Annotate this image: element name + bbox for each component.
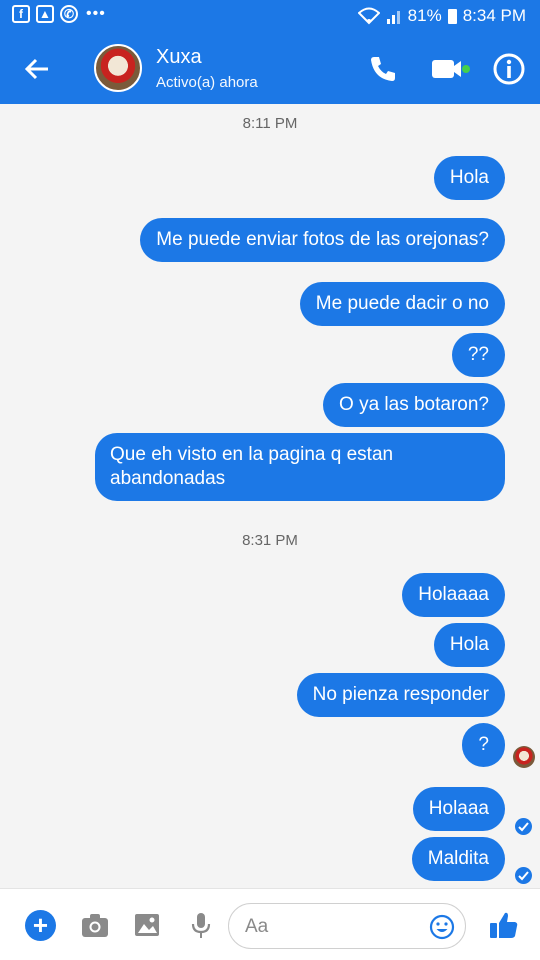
message-input[interactable]: Aa	[228, 903, 466, 949]
message-composer: + Aa	[0, 888, 540, 960]
delivered-check-icon	[515, 818, 532, 835]
whatsapp-icon: ✆	[60, 5, 78, 23]
wifi-icon	[357, 7, 380, 25]
clock: 8:34 PM	[462, 6, 526, 25]
message-bubble[interactable]: Que eh visto en la pagina q estan abando…	[95, 433, 505, 501]
message-bubble[interactable]: ?	[462, 723, 505, 767]
message-bubble[interactable]: Me puede enviar fotos de las orejonas?	[140, 218, 505, 262]
info-icon[interactable]	[492, 52, 526, 86]
emoji-icon[interactable]	[429, 914, 455, 940]
camera-icon[interactable]	[80, 910, 110, 940]
contact-name[interactable]: Xuxa	[156, 46, 202, 69]
notification-icons: f ▲ ✆ •••	[12, 5, 106, 23]
message-bubble[interactable]: Hola	[433, 156, 505, 200]
message-bubble[interactable]: Holaaa	[412, 787, 505, 831]
conversation-header: Xuxa Activo(a) ahora	[0, 32, 540, 104]
thumbs-up-icon[interactable]	[488, 909, 520, 941]
back-arrow-icon[interactable]	[22, 54, 52, 84]
timestamp: 8:31 PM	[242, 532, 298, 549]
signal-icon	[386, 11, 400, 24]
contact-avatar[interactable]	[94, 44, 142, 92]
seen-avatar	[513, 746, 535, 768]
message-input-placeholder: Aa	[245, 916, 269, 937]
status-bar: f ▲ ✆ ••• 81% 8:34 PM	[0, 0, 540, 32]
battery-percent: 81%	[407, 6, 442, 25]
battery-icon	[447, 8, 457, 24]
more-notifications-icon: •••	[86, 5, 106, 22]
video-call-icon[interactable]	[430, 52, 470, 86]
message-bubble[interactable]: Me puede dacir o no	[299, 282, 505, 326]
message-bubble[interactable]: Maldita	[411, 837, 505, 881]
timestamp: 8:11 PM	[242, 115, 298, 132]
message-bubble[interactable]: Holaaaa	[402, 573, 505, 617]
gallery-icon[interactable]	[132, 910, 162, 940]
phone-call-icon[interactable]	[366, 52, 400, 86]
message-bubble[interactable]: No pienza responder	[296, 673, 505, 717]
delivered-check-icon	[515, 867, 532, 884]
message-bubble[interactable]: O ya las botaron?	[323, 383, 505, 427]
facebook-icon: f	[12, 5, 30, 23]
microphone-icon[interactable]	[186, 910, 216, 940]
status-indicators: 81% 8:34 PM	[357, 6, 526, 26]
message-bubble[interactable]: ??	[451, 333, 505, 377]
presence-status: Activo(a) ahora	[156, 74, 258, 91]
gallery-icon: ▲	[36, 5, 54, 23]
message-bubble[interactable]: Hola	[433, 623, 505, 667]
add-icon[interactable]: +	[25, 910, 56, 941]
